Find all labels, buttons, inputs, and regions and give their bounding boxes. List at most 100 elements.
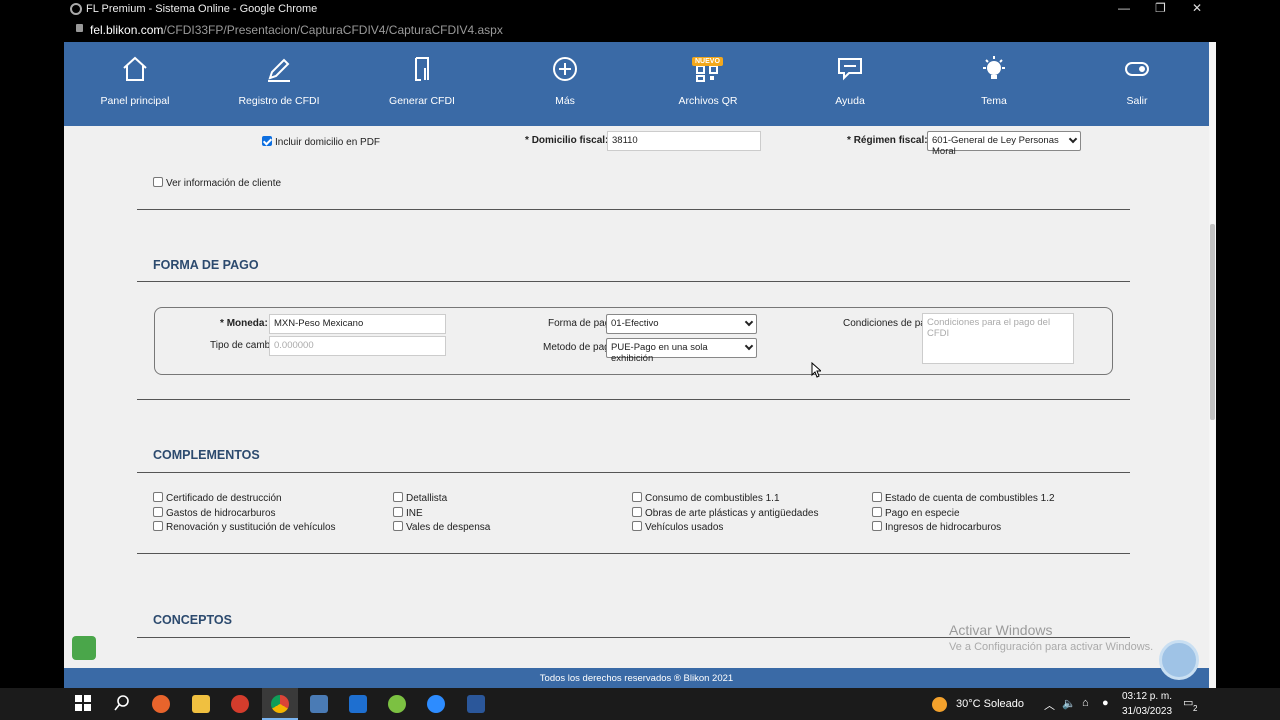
bulb-icon xyxy=(983,56,1005,79)
complemento-label: Consumo de combustibles 1.1 xyxy=(645,493,780,504)
speaker-icon[interactable]: 🔈 xyxy=(1062,697,1076,710)
clock-date[interactable]: 31/03/2023 xyxy=(1122,706,1172,717)
nav-tema[interactable]: Tema xyxy=(939,42,1049,126)
regimen-fiscal-value: 601-General de Ley Personas Moral xyxy=(932,135,1059,157)
notifications-icon[interactable]: ▭ xyxy=(1183,696,1193,709)
activation-watermark-title: Activar Windows xyxy=(949,622,1053,638)
nav-archivos-qr[interactable]: NUEVO Archivos QR xyxy=(653,42,763,126)
complementos-title: COMPLEMENTOS xyxy=(153,448,260,462)
edit-icon xyxy=(268,58,290,82)
complemento-label: Gastos de hidrocarburos xyxy=(166,508,276,519)
ver-info-cliente-label: Ver información de cliente xyxy=(166,178,282,189)
network-icon[interactable]: ⌂ xyxy=(1082,697,1089,709)
nav-salir[interactable]: Salir xyxy=(1082,42,1192,126)
complemento-checkbox[interactable] xyxy=(153,521,163,531)
url-host: fel.blikon.com xyxy=(90,23,164,37)
url-path: /CFDI33FP/Presentacion/CapturaCFDIV4/Cap… xyxy=(163,23,503,37)
window-title: FL Premium - Sistema Online - Google Chr… xyxy=(86,3,318,15)
complemento-label: Obras de arte plásticas y antigüedades xyxy=(645,508,819,519)
complemento-checkbox[interactable] xyxy=(393,521,403,531)
maps-icon[interactable] xyxy=(388,695,406,713)
metodo-pago-select[interactable]: PUE-Pago en una sola exhibición xyxy=(606,338,757,364)
nav-label: Tema xyxy=(981,95,1007,107)
notification-count: 2 xyxy=(1193,704,1198,713)
word-icon[interactable] xyxy=(467,695,485,713)
complemento-label: Pago en especie xyxy=(885,508,960,519)
complemento-checkbox[interactable] xyxy=(153,507,163,517)
nav-generar-cfdi[interactable]: Generar CFDI xyxy=(367,42,477,126)
complemento-checkbox[interactable] xyxy=(632,521,642,531)
web-page: Panel principal Registro de CFDI Generar… xyxy=(64,42,1216,688)
footer: Todos los derechos reservados ® Blikon 2… xyxy=(64,668,1209,688)
chrome-icon xyxy=(271,695,289,713)
restore-button[interactable]: ❐ xyxy=(1155,1,1166,15)
nav-label: Panel principal xyxy=(100,95,170,107)
nav-label: Generar CFDI xyxy=(389,95,455,107)
firefox-icon[interactable] xyxy=(152,695,170,713)
forma-pago-title: FORMA DE PAGO xyxy=(153,258,259,272)
microphone-icon[interactable]: ● xyxy=(1102,697,1109,709)
regimen-fiscal-select[interactable]: 601-General de Ley Personas Moral xyxy=(927,131,1081,157)
chrome-taskbar-active[interactable] xyxy=(262,688,298,720)
nav-label: Ayuda xyxy=(835,95,865,107)
browser-title-bar: FL Premium - Sistema Online - Google Chr… xyxy=(0,0,1280,18)
chevron-up-icon[interactable]: ︿ xyxy=(1044,697,1055,713)
calculator-icon[interactable] xyxy=(310,695,328,713)
nav-mas[interactable]: Más xyxy=(510,42,620,126)
complemento-label: Certificado de destrucción xyxy=(166,493,282,504)
complemento-checkbox[interactable] xyxy=(872,507,882,517)
support-widget-icon[interactable] xyxy=(1159,640,1199,680)
nav-panel-principal[interactable]: Panel principal xyxy=(80,42,190,126)
nav-registro-cfdi[interactable]: Registro de CFDI xyxy=(224,42,334,126)
nav-label: Salir xyxy=(1126,95,1148,107)
nav-ayuda[interactable]: Ayuda xyxy=(795,42,905,126)
search-icon[interactable] xyxy=(114,695,132,713)
windows-start-icon[interactable] xyxy=(75,695,93,713)
zoom-icon[interactable] xyxy=(427,695,445,713)
document-edit-icon xyxy=(415,57,429,81)
incluir-domicilio-checkbox[interactable] xyxy=(262,136,272,146)
nav-label: Más xyxy=(555,95,575,107)
weather-icon[interactable] xyxy=(932,697,947,712)
lock-icon xyxy=(76,24,83,32)
app-icon[interactable] xyxy=(231,695,249,713)
moneda-label: * Moneda: xyxy=(220,318,268,329)
divider xyxy=(137,472,1130,473)
complemento-checkbox[interactable] xyxy=(393,507,403,517)
complemento-label: Renovación y sustitución de vehículos xyxy=(166,522,336,533)
mouse-cursor-icon xyxy=(811,362,821,378)
weather-text[interactable]: 30°C Soleado xyxy=(956,698,1024,710)
complemento-checkbox[interactable] xyxy=(632,492,642,502)
forma-pago-select[interactable]: 01-Efectivo xyxy=(606,314,757,334)
complemento-checkbox[interactable] xyxy=(153,492,163,502)
complemento-label: Ingresos de hidrocarburos xyxy=(885,522,1002,533)
domicilio-fiscal-input[interactable]: 38110 xyxy=(607,131,761,151)
divider xyxy=(137,209,1130,210)
complemento-label: INE xyxy=(406,508,423,519)
file-explorer-icon[interactable] xyxy=(192,695,210,713)
scrollbar-thumb[interactable] xyxy=(1210,224,1215,420)
chat-widget-icon[interactable] xyxy=(72,636,96,660)
new-badge: NUEVO xyxy=(692,57,723,66)
address-bar[interactable]: fel.blikon.com/CFDI33FP/Presentacion/Cap… xyxy=(0,18,1280,42)
incluir-domicilio-label: Incluir domicilio en PDF xyxy=(275,137,381,148)
info-app-icon[interactable] xyxy=(349,695,367,713)
minimize-button[interactable]: — xyxy=(1118,1,1130,15)
tipo-cambio-input[interactable]: 0.000000 xyxy=(269,336,446,356)
url-text[interactable]: fel.blikon.com/CFDI33FP/Presentacion/Cap… xyxy=(90,23,503,37)
condiciones-pago-textarea[interactable]: Condiciones para el pago del CFDI xyxy=(922,313,1074,364)
complemento-checkbox[interactable] xyxy=(393,492,403,502)
conceptos-title: CONCEPTOS xyxy=(153,613,232,627)
required-mark: * xyxy=(847,135,851,146)
regimen-fiscal-label: * Régimen fiscal: xyxy=(847,135,928,146)
complemento-checkbox[interactable] xyxy=(872,492,882,502)
ver-info-cliente-checkbox[interactable] xyxy=(153,177,163,187)
complemento-checkbox[interactable] xyxy=(872,521,882,531)
moneda-input[interactable]: MXN-Peso Mexicano xyxy=(269,314,446,334)
clock-time[interactable]: 03:12 p. m. xyxy=(1122,691,1172,702)
complemento-label: Vehículos usados xyxy=(645,522,724,533)
complemento-checkbox[interactable] xyxy=(632,507,642,517)
close-button[interactable]: ✕ xyxy=(1192,1,1202,15)
divider xyxy=(137,399,1130,400)
regimen-fiscal-text: Régimen fiscal: xyxy=(853,135,928,146)
